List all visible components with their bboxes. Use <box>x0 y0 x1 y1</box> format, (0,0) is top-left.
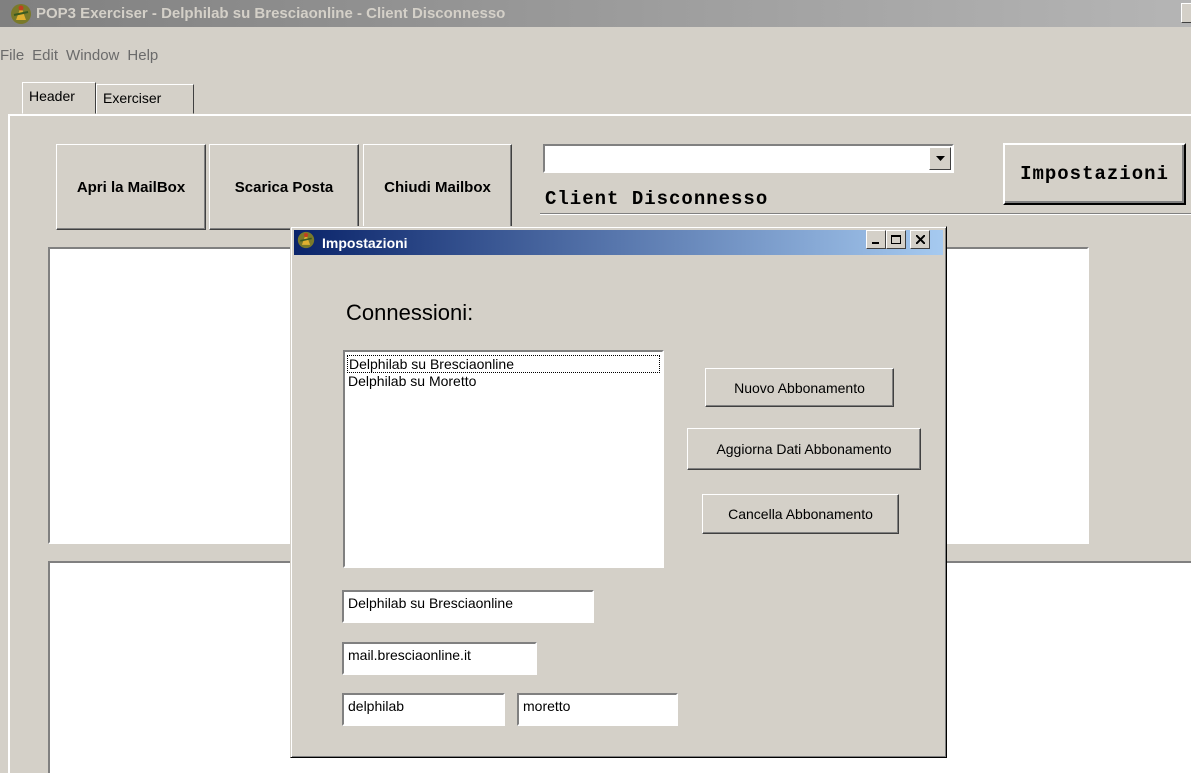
tab-header-label: Header <box>29 88 75 104</box>
maximize-icon <box>891 235 901 244</box>
close-icon <box>915 235 925 244</box>
connection-name-field[interactable]: Delphilab su Bresciaonline <box>342 590 594 623</box>
menu-help[interactable]: Help <box>127 47 166 69</box>
connection-combo[interactable] <box>543 144 954 173</box>
list-item[interactable]: Delphilab su Moretto <box>347 373 660 391</box>
new-subscription-button[interactable]: Nuovo Abbonamento <box>705 368 894 407</box>
open-mailbox-button[interactable]: Apri la MailBox <box>56 144 206 230</box>
status-separator <box>540 213 1191 215</box>
app-figure-icon[interactable] <box>10 3 32 25</box>
tab-panel-edge <box>8 114 1191 116</box>
dialog-title: Impostazioni <box>322 234 408 251</box>
close-button[interactable] <box>910 230 930 249</box>
settings-button[interactable]: Impostazioni <box>1003 143 1186 205</box>
menu-window[interactable]: Window <box>66 47 127 69</box>
connections-list[interactable]: Delphilab su Bresciaonline Delphilab su … <box>343 350 664 568</box>
connections-label: Connessioni: <box>346 300 474 325</box>
main-window-control[interactable] <box>1181 3 1191 23</box>
main-title-bar[interactable]: POP3 Exerciser - Delphilab su Bresciaonl… <box>0 0 1191 27</box>
minimize-button[interactable] <box>866 230 886 249</box>
menu-edit[interactable]: Edit <box>32 47 66 69</box>
tab-panel-edge-left <box>8 114 10 773</box>
tab-exerciser-label: Exerciser <box>103 90 162 106</box>
server-field[interactable]: mail.bresciaonline.it <box>342 642 537 675</box>
list-item[interactable]: Delphilab su Bresciaonline <box>347 355 660 373</box>
password-field[interactable]: moretto <box>517 693 678 726</box>
menu-file[interactable]: File <box>0 47 32 69</box>
username-field[interactable]: delphilab <box>342 693 505 726</box>
window-title: POP3 Exerciser - Delphilab su Bresciaonl… <box>36 5 506 22</box>
delete-subscription-button[interactable]: Cancella Abbonamento <box>702 494 899 534</box>
settings-dialog: Impostazioni Connessioni: Delphilab su B… <box>290 226 947 758</box>
chevron-down-icon[interactable] <box>929 147 951 170</box>
menu-bar: File Edit Window Help <box>0 47 166 69</box>
minimize-icon <box>872 241 879 244</box>
tab-exerciser[interactable]: Exerciser <box>96 84 194 114</box>
app-figure-icon[interactable] <box>297 231 315 249</box>
dialog-title-bar[interactable]: Impostazioni <box>294 230 943 255</box>
maximize-button[interactable] <box>886 230 906 249</box>
close-mailbox-button[interactable]: Chiudi Mailbox <box>363 144 512 230</box>
connection-status: Client Disconnesso <box>545 188 769 210</box>
download-mail-button[interactable]: Scarica Posta <box>209 144 359 230</box>
tab-header[interactable]: Header <box>22 82 96 114</box>
update-subscription-button[interactable]: Aggiorna Dati Abbonamento <box>687 428 921 470</box>
